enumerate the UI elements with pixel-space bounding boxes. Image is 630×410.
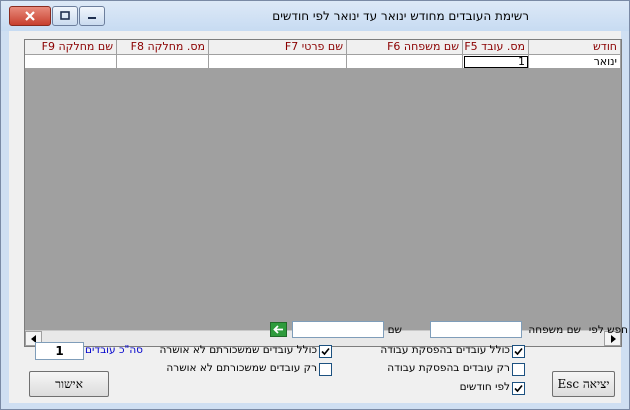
by-months-label[interactable]: לפי חודשים [460, 381, 510, 393]
include-suspended-label[interactable]: כולל עובדים בהפסקת עבודה [380, 344, 510, 356]
maximize-button[interactable] [52, 6, 78, 26]
cell-month[interactable]: ינואר [529, 55, 621, 69]
last-name-search-input[interactable] [430, 321, 522, 338]
column-header-first-name[interactable]: שם פרטי F7 [209, 40, 347, 55]
main-window: רשימת העובדים מחודש ינואר עד ינואר לפי ח… [0, 0, 630, 410]
exit-button[interactable]: יציאה Esc [552, 371, 615, 397]
close-icon [25, 11, 35, 21]
window-title: רשימת העובדים מחודש ינואר עד ינואר לפי ח… [272, 9, 529, 23]
grid-header: חודש מס. עובד F5 שם משפחה F6 שם פרטי F7 … [25, 40, 621, 55]
include-unapproved-salary-label[interactable]: כולל עובדים שמשכורתם לא אושרה [159, 344, 317, 356]
cell-department-name[interactable] [25, 55, 117, 69]
cell-last-name[interactable] [347, 55, 463, 69]
column-header-department-name[interactable]: שם מחלקה F9 [25, 40, 117, 55]
only-suspended-label[interactable]: רק עובדים בהפסקת עבודה [387, 362, 510, 374]
only-unapproved-salary-checkbox[interactable] [319, 363, 332, 376]
search-by-label: חפש לפי [588, 324, 628, 336]
form-client-area: חודש מס. עובד F5 שם משפחה F6 שם פרטי F7 … [9, 31, 628, 403]
only-unapproved-salary-label[interactable]: רק עובדים שמשכורתם לא אושרה [166, 362, 317, 374]
total-employees-count: 1 [35, 342, 84, 360]
first-name-search-input[interactable] [292, 321, 384, 338]
by-months-checkbox[interactable] [512, 382, 525, 395]
cell-first-name[interactable] [209, 55, 347, 69]
search-go-button[interactable] [270, 322, 287, 337]
checkmark-icon [514, 347, 523, 356]
cell-employee-number[interactable]: 1 [463, 55, 529, 69]
include-suspended-checkbox[interactable] [512, 345, 525, 358]
cell-department-number[interactable] [117, 55, 209, 69]
column-header-department-number[interactable]: מס. מחלקה F8 [117, 40, 209, 55]
total-employees-label: סה"כ עובדים: [81, 344, 143, 356]
title-bar: רשימת העובדים מחודש ינואר עד ינואר לפי ח… [1, 1, 629, 31]
arrow-left-icon [273, 325, 283, 334]
minimize-button[interactable] [79, 6, 105, 26]
last-name-label: שם משפחה [528, 324, 581, 336]
checkmark-icon [514, 384, 523, 393]
column-header-last-name[interactable]: שם משפחה F6 [347, 40, 463, 55]
table-row[interactable]: ינואר 1 [25, 55, 621, 69]
only-suspended-checkbox[interactable] [512, 363, 525, 376]
approve-button[interactable]: אישור [29, 371, 109, 397]
checkmark-icon [321, 347, 330, 356]
column-header-month[interactable]: חודש [529, 40, 621, 55]
include-unapproved-salary-checkbox[interactable] [319, 345, 332, 358]
maximize-icon [60, 11, 70, 20]
column-header-employee-number[interactable]: מס. עובד F5 [463, 40, 529, 55]
close-button[interactable] [9, 6, 51, 26]
employees-grid[interactable]: חודש מס. עובד F5 שם משפחה F6 שם פרטי F7 … [24, 39, 622, 347]
minimize-icon [88, 17, 96, 19]
